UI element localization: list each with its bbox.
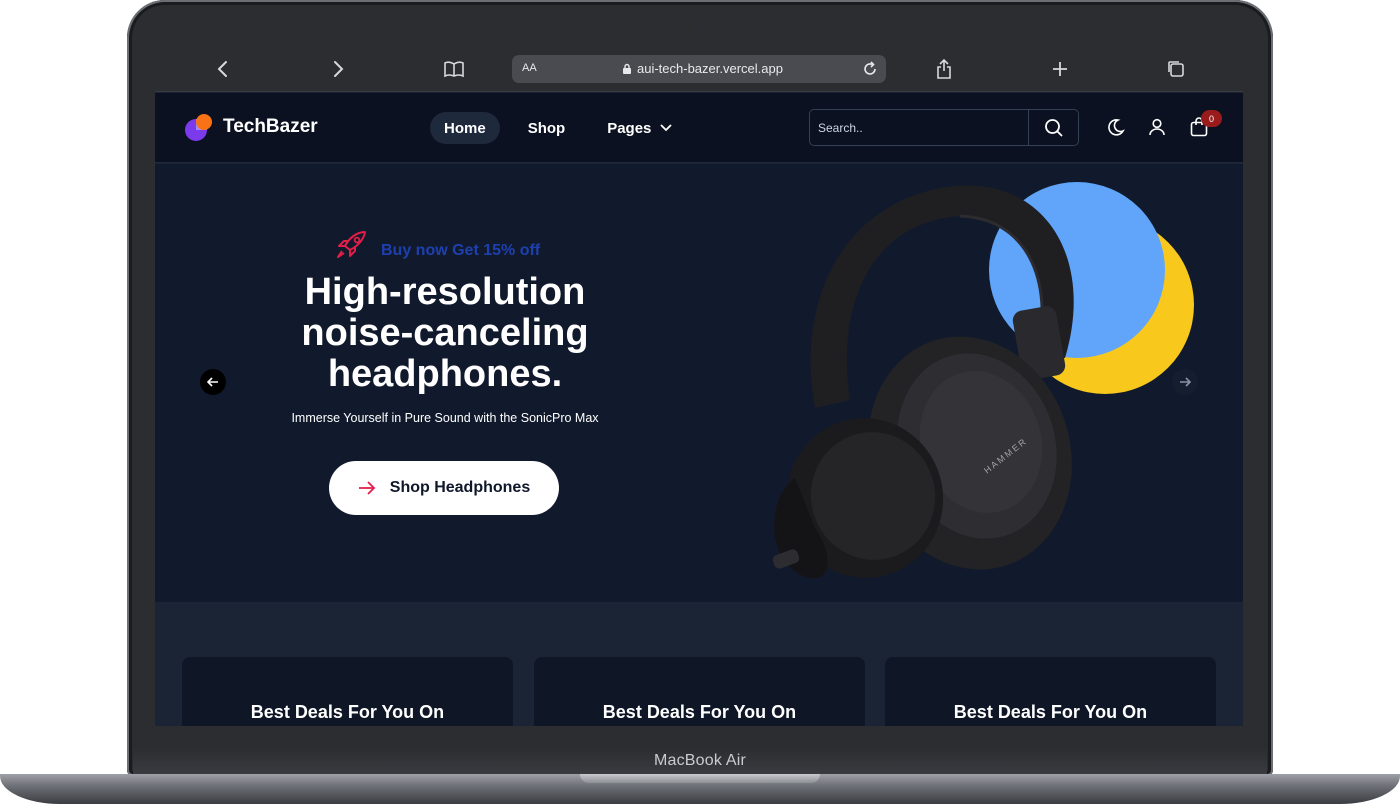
carousel-next-button[interactable] <box>1172 369 1198 395</box>
shop-headphones-button[interactable]: Shop Headphones <box>329 461 559 515</box>
deal-title: Best Deals For You On <box>602 702 797 722</box>
nav-pages[interactable]: Pages <box>593 112 687 144</box>
cart-count-badge: 0 <box>1201 110 1222 127</box>
deal-title: Best Deals For You On <box>953 702 1148 722</box>
deal-card[interactable]: Best Deals For You On <box>182 657 513 726</box>
arrow-right-icon <box>358 481 376 495</box>
new-tab-icon[interactable] <box>1047 56 1073 82</box>
headphones-image: HAMMER <box>772 185 1074 579</box>
nav-home-label: Home <box>444 119 486 137</box>
back-icon[interactable] <box>210 56 236 82</box>
promo-line: Buy now Get 15% off <box>335 230 540 260</box>
device-label: MacBook Air <box>653 752 746 769</box>
nav-pages-label: Pages <box>607 119 652 137</box>
search-icon <box>1044 118 1063 137</box>
deal-card[interactable]: Best Deals For You On <box>885 657 1216 726</box>
deals-section: Best Deals For You On Best Deals For You… <box>182 657 1216 726</box>
nav-shop-label: Shop <box>527 119 566 137</box>
tabs-icon[interactable] <box>1163 56 1189 82</box>
forward-icon[interactable] <box>325 56 351 82</box>
screen: AA aui-tech-bazer.vercel.app TechBazer H… <box>155 46 1243 726</box>
logo-icon <box>185 114 212 141</box>
arrow-left-icon <box>207 377 218 387</box>
camera-dot <box>697 26 704 33</box>
carousel-prev-button[interactable] <box>200 369 226 395</box>
address-bar[interactable]: AA aui-tech-bazer.vercel.app <box>512 55 886 83</box>
hero-banner: Buy now Get 15% off High-resolution nois… <box>155 164 1243 602</box>
reload-icon[interactable] <box>860 59 880 82</box>
lock-icon <box>623 63 631 74</box>
text-size-label: AA <box>522 62 537 74</box>
deal-card[interactable]: Best Deals For You On <box>534 657 865 726</box>
shop-headphones-label: Shop Headphones <box>389 479 531 496</box>
url-text: aui-tech-bazer.vercel.app <box>637 61 783 76</box>
promo-text: Buy now Get 15% off <box>381 242 541 259</box>
share-icon[interactable] <box>931 56 957 82</box>
brand-logo[interactable]: TechBazer <box>183 111 318 143</box>
hero-title: High-resolution noise-canceling headphon… <box>301 271 589 395</box>
main-nav: Home Shop Pages <box>430 112 687 144</box>
nav-home[interactable]: Home <box>430 112 500 144</box>
laptop-chin: MacBook Air <box>133 746 1267 776</box>
text-size-button[interactable]: AA <box>522 62 537 74</box>
arrow-right-icon <box>1180 377 1191 387</box>
deal-title: Best Deals For You On <box>250 702 445 722</box>
site-header: TechBazer Home Shop Pages <box>155 93 1243 163</box>
rocket-icon <box>337 231 366 258</box>
chevron-down-icon <box>660 124 673 132</box>
search-input[interactable] <box>810 110 1030 145</box>
hero-subtitle: Immerse Yourself in Pure Sound with the … <box>291 411 599 425</box>
moon-icon[interactable] <box>1104 115 1128 139</box>
user-icon[interactable] <box>1145 115 1169 139</box>
search-button[interactable] <box>1028 110 1078 145</box>
browser-toolbar: AA aui-tech-bazer.vercel.app <box>155 46 1243 92</box>
bookmarks-icon[interactable] <box>441 56 467 82</box>
brand-name: TechBazer <box>223 116 318 137</box>
laptop-notch <box>580 774 820 783</box>
search-box <box>809 109 1079 146</box>
nav-shop[interactable]: Shop <box>514 112 580 144</box>
